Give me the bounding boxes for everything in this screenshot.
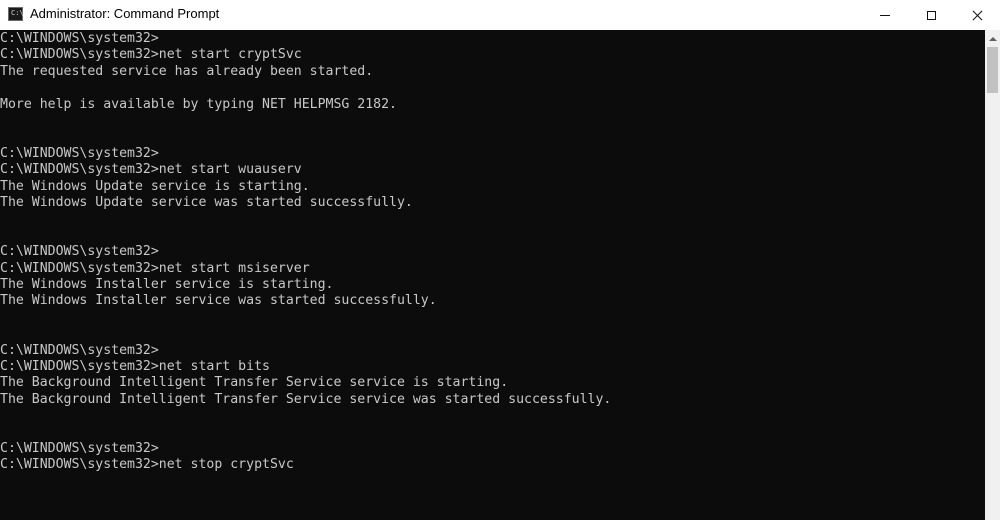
console-line: C:\WINDOWS\system32>net stop cryptSvc — [0, 457, 294, 473]
console-output[interactable]: C:\WINDOWS\system32> C:\WINDOWS\system32>… — [0, 30, 985, 520]
window-title: Administrator: Command Prompt — [30, 6, 220, 21]
scroll-thumb[interactable] — [987, 47, 998, 93]
console-line: C:\WINDOWS\system32> — [0, 441, 159, 456]
maximize-button[interactable] — [908, 0, 954, 30]
close-button[interactable] — [954, 0, 1000, 30]
console-line: C:\WINDOWS\system32>net start cryptSvc — [0, 47, 302, 63]
vertical-scrollbar[interactable] — [985, 30, 1000, 520]
console-line: C:\WINDOWS\system32> — [0, 342, 159, 358]
console-line: C:\WINDOWS\system32> — [0, 244, 159, 260]
console-line: The Background Intelligent Transfer Serv… — [0, 375, 509, 391]
console-line: C:\WINDOWS\system32> — [0, 145, 159, 161]
minimize-button[interactable] — [862, 0, 908, 30]
console-line: The requested service has already been s… — [0, 63, 374, 79]
maximize-icon — [926, 10, 936, 20]
console-line: More help is available by typing NET HEL… — [0, 96, 397, 112]
console-line: C:\WINDOWS\system32>net start msiserver — [0, 260, 310, 276]
command-prompt-window: C:\ Administrator: Command Prompt C:\WIN… — [0, 0, 1000, 520]
console-line: C:\WINDOWS\system32> — [0, 31, 159, 46]
title-bar[interactable]: C:\ Administrator: Command Prompt — [0, 0, 1000, 30]
scroll-up-button[interactable] — [985, 30, 1000, 47]
console-line: The Windows Installer service is startin… — [0, 277, 334, 292]
console-line: C:\WINDOWS\system32>net start bits — [0, 359, 270, 374]
console-line: The Windows Update service is starting. — [0, 178, 310, 194]
command-prompt-icon[interactable]: C:\ — [8, 7, 24, 21]
console-line: C:\WINDOWS\system32>net start wuauserv — [0, 162, 302, 178]
console-line: The Background Intelligent Transfer Serv… — [0, 391, 612, 407]
console-line: The Windows Installer service was starte… — [0, 293, 437, 309]
chevron-up-icon — [988, 36, 997, 41]
minimize-icon — [880, 14, 890, 16]
app-icon-text: C:\ — [11, 9, 24, 17]
console-line: The Windows Update service was started s… — [0, 195, 413, 210]
close-icon — [972, 10, 983, 21]
